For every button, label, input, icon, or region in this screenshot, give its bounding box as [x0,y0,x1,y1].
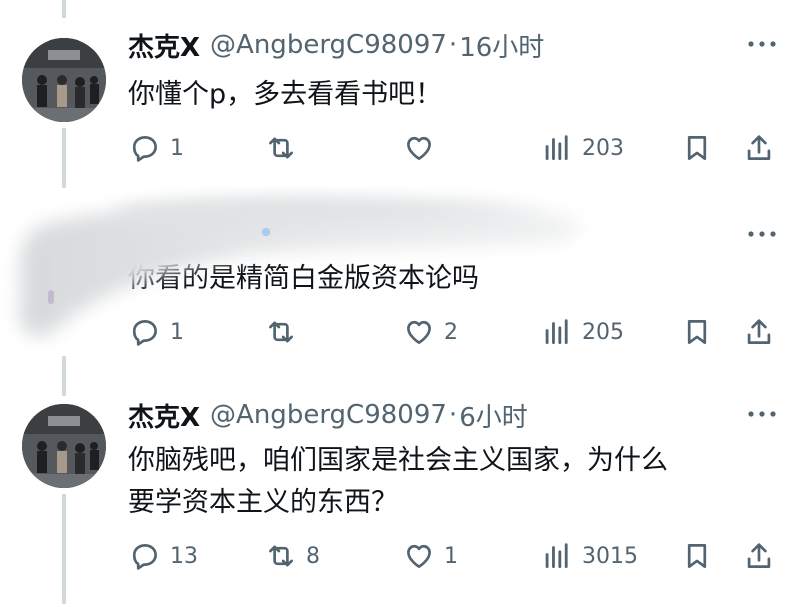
share-button[interactable] [742,536,776,576]
views-chart-icon [545,319,568,345]
retweet-button[interactable] [264,312,306,352]
views-button[interactable]: 203 [540,128,624,168]
bookmark-icon [687,544,707,568]
views-count: 3015 [582,543,638,569]
share-icon [747,543,771,568]
like-count: 2 [444,319,458,345]
timestamp[interactable]: 16小时 [459,27,544,64]
reply-button[interactable]: 1 [128,128,184,168]
reply-icon [132,544,157,570]
tweet-text-line: 你脑残吧，咱们国家是社会主义国家，为什么 [128,445,668,476]
tweet[interactable]: 杰克X @AngbergC98097 · 6小时 你脑残吧，咱们国家是社会主义国… [0,398,800,604]
like-button[interactable]: 1 [402,536,458,576]
more-dots-icon [748,231,776,237]
share-icon [747,135,771,160]
bookmark-button[interactable] [680,128,714,168]
views-count: 203 [582,135,624,161]
tweet-text-line: 要学资本主义的东西？ [128,487,398,518]
bookmark-button[interactable] [680,536,714,576]
tweet-header: 杰克X @AngbergC98097 · 16小时 [128,27,544,64]
tweet-text-line: 你懂个p，多去看看书吧！ [128,79,443,110]
reply-icon [132,320,157,346]
tweet-text-line: 你看的是精简白金版资本论吗 [128,263,479,294]
views-button[interactable]: 3015 [540,536,638,576]
bookmark-icon [687,320,707,344]
tweet[interactable]: 你看的是精简白金版资本论吗 1 2 205 [0,218,800,388]
retweet-icon [269,545,293,567]
author-handle[interactable]: @AngbergC98097 [210,400,447,430]
timestamp[interactable]: 6小时 [459,397,528,434]
bookmark-button[interactable] [680,312,714,352]
author-name[interactable]: 杰克X [128,27,200,64]
separator-dot: · [448,400,458,430]
retweet-icon [269,321,293,343]
views-chart-icon [545,135,568,161]
author-name[interactable]: 杰克X [128,397,200,434]
retweet-count: 8 [306,543,320,569]
more-options-button[interactable] [746,28,778,60]
tweet-actions: 13 8 1 3015 [0,536,800,576]
heart-icon [407,320,431,344]
tweet-text: 你懂个p，多去看看书吧！ [128,74,442,116]
tweet-actions: 1 2 205 [0,312,800,352]
more-dots-icon [748,41,776,47]
tweet[interactable]: 杰克X @AngbergC98097 · 16小时 你懂个p，多去看看书吧！ 1… [0,28,800,198]
more-dots-icon [748,411,776,417]
avatar-image [22,38,106,122]
share-button[interactable] [742,128,776,168]
more-options-button[interactable] [746,218,778,250]
share-button[interactable] [742,312,776,352]
avatar-image [22,404,106,488]
separator-dot: · [448,30,458,60]
author-handle[interactable]: @AngbergC98097 [210,30,447,60]
heart-icon [407,136,431,160]
share-icon [747,319,771,344]
reply-count: 1 [170,319,184,345]
views-button[interactable]: 205 [540,312,624,352]
retweet-button[interactable]: 8 [264,536,320,576]
bookmark-icon [687,136,707,160]
tweet-header: 杰克X @AngbergC98097 · 6小时 [128,397,528,434]
views-chart-icon [545,543,568,569]
avatar[interactable] [22,404,106,488]
retweet-button[interactable] [264,128,306,168]
like-button[interactable]: 2 [402,312,458,352]
reply-button[interactable]: 13 [128,536,198,576]
like-count: 1 [444,543,458,569]
like-button[interactable] [402,128,444,168]
reply-icon [132,136,157,162]
thread-line-top [62,0,66,18]
views-count: 205 [582,319,624,345]
reply-button[interactable]: 1 [128,312,184,352]
retweet-icon [269,137,293,159]
more-options-button[interactable] [746,398,778,430]
reply-count: 13 [170,543,198,569]
tweet-text: 你脑残吧，咱们国家是社会主义国家，为什么 要学资本主义的东西？ [128,440,668,524]
tweet-text: 你看的是精简白金版资本论吗 [128,258,479,300]
reply-count: 1 [170,135,184,161]
avatar[interactable] [22,38,106,122]
heart-icon [407,544,431,568]
tweet-actions: 1 203 [0,128,800,168]
